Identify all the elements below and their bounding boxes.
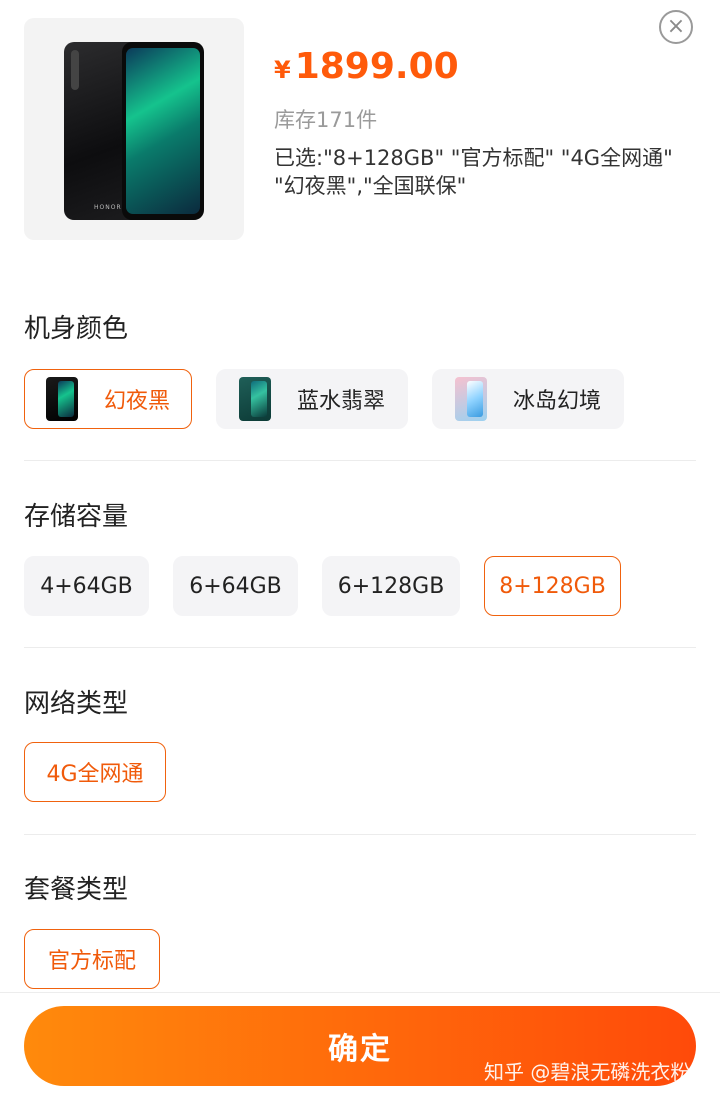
color-option-ice[interactable]: 冰岛幻境 — [432, 369, 624, 429]
close-button[interactable]: × — [659, 10, 693, 44]
selected-summary-line1: 已选:"8+128GB" "官方标配" "4G全网通" — [274, 146, 673, 170]
color-section-title: 机身颜色 — [24, 314, 129, 344]
option-label: 4+64GB — [40, 573, 133, 599]
stock-text: 库存171件 — [274, 108, 378, 132]
phone-screen — [126, 48, 200, 214]
option-label: 4G全网通 — [46, 762, 144, 787]
network-option-4g[interactable]: 4G全网通 — [24, 742, 166, 802]
watermark-text: 知乎 @碧浪无磷洗衣粉 — [484, 1060, 691, 1084]
option-label: 6+128GB — [337, 573, 445, 599]
storage-section-title: 存储容量 — [24, 502, 129, 532]
storage-option-6-128[interactable]: 6+128GB — [322, 556, 460, 616]
network-section-title: 网络类型 — [24, 689, 129, 719]
storage-option-4-64[interactable]: 4+64GB — [24, 556, 149, 616]
camera-module — [71, 50, 79, 90]
close-icon: × — [666, 14, 686, 39]
color-thumbnail-green — [238, 377, 271, 421]
color-option-black[interactable]: 幻夜黑 — [24, 369, 192, 429]
footer-divider — [0, 992, 720, 993]
confirm-label: 确定 — [328, 1032, 392, 1067]
product-image: HONOR — [24, 18, 244, 240]
option-label: 蓝水翡翠 — [296, 389, 385, 414]
option-label: 官方标配 — [47, 949, 136, 974]
storage-option-6-64[interactable]: 6+64GB — [173, 556, 298, 616]
color-thumbnail-ice — [454, 377, 487, 421]
phone-front — [122, 42, 204, 220]
color-thumbnail-black — [45, 377, 78, 421]
phone-brand-text: HONOR — [94, 204, 122, 211]
selected-summary-line2: "幻夜黑","全国联保" — [274, 174, 467, 198]
price-amount: 1899.00 — [294, 46, 459, 87]
option-label: 冰岛幻境 — [512, 389, 601, 414]
color-option-green[interactable]: 蓝水翡翠 — [216, 369, 408, 429]
option-label: 幻夜黑 — [103, 389, 170, 414]
divider — [24, 647, 696, 648]
storage-option-8-128[interactable]: 8+128GB — [484, 556, 621, 616]
option-label: 6+64GB — [189, 573, 282, 599]
phone-illustration: HONOR — [64, 42, 204, 220]
package-option-standard[interactable]: 官方标配 — [24, 929, 160, 989]
divider — [24, 834, 696, 835]
divider — [24, 460, 696, 461]
selected-summary: 已选:"8+128GB" "官方标配" "4G全网通" "幻夜黑","全国联保" — [274, 144, 694, 200]
package-section-title: 套餐类型 — [24, 875, 129, 905]
currency-symbol: ¥ — [274, 56, 291, 84]
price: ¥1899.00 — [274, 46, 459, 87]
option-label: 8+128GB — [499, 573, 606, 599]
